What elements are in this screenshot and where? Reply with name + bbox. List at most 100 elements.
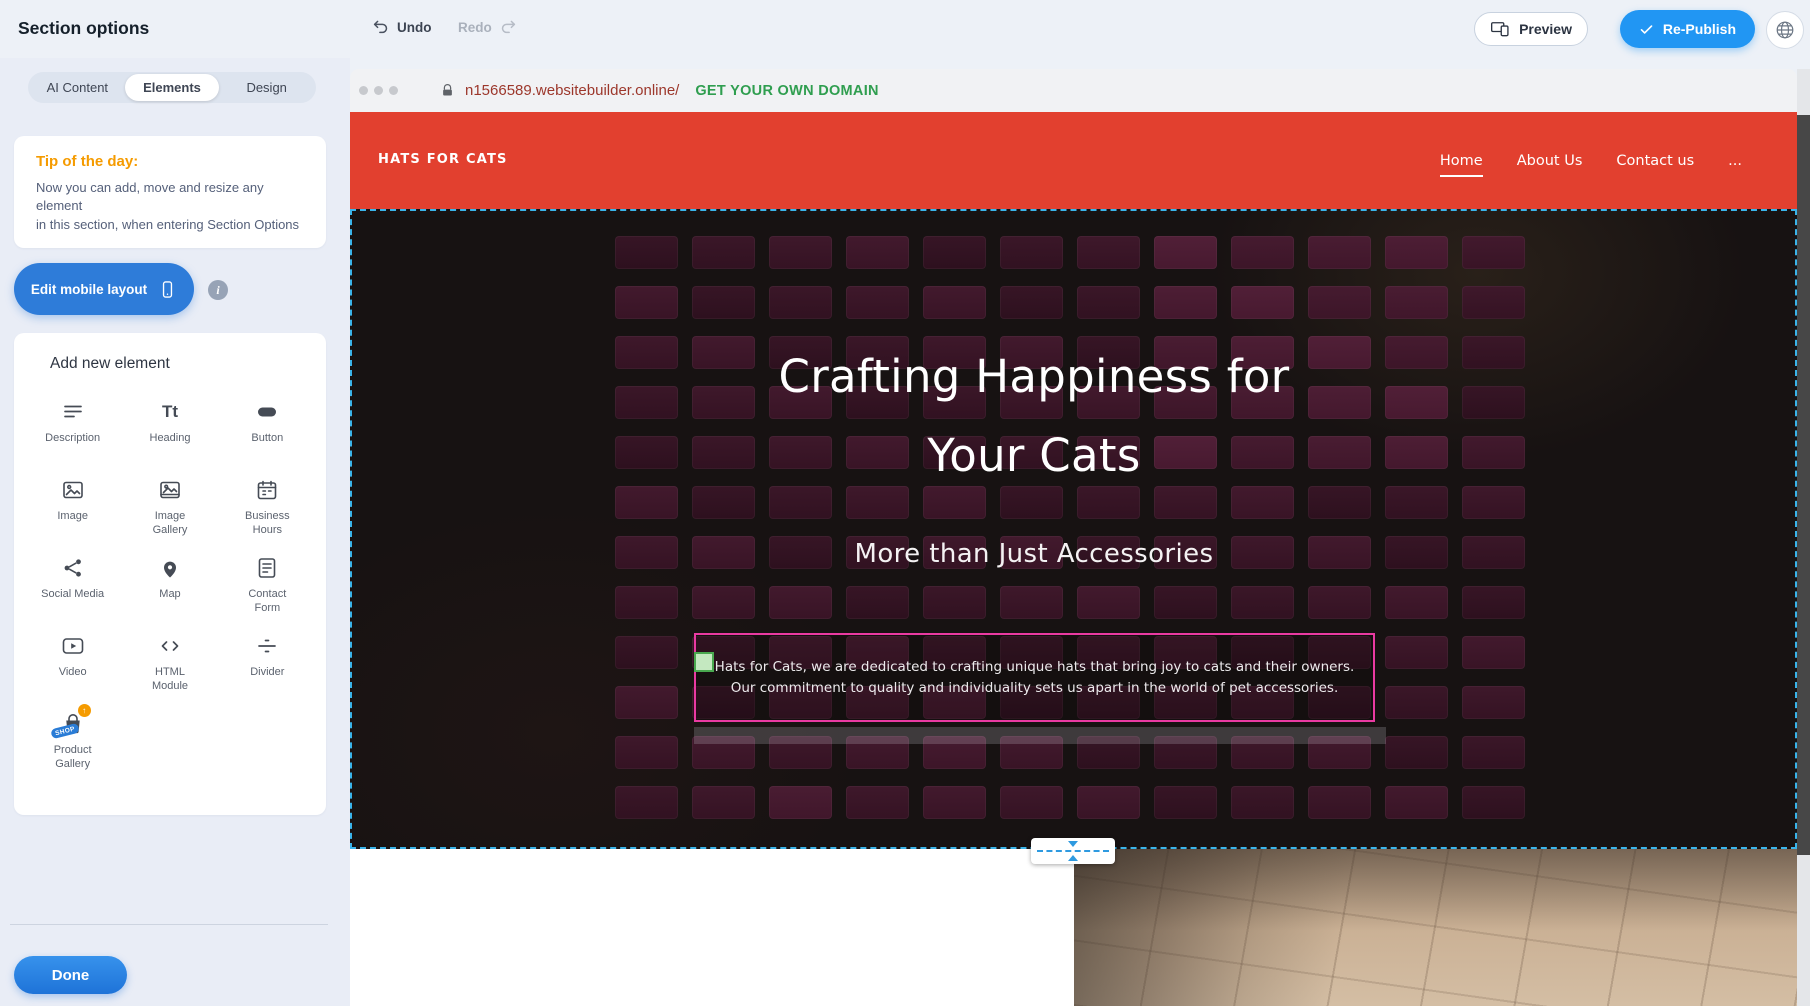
hero-tile <box>615 636 678 669</box>
lock-icon <box>440 83 455 98</box>
element-label: Description <box>45 431 100 445</box>
element-description[interactable]: Description <box>24 389 121 467</box>
hero-heading-line1: Crafting Happiness for <box>350 337 1718 416</box>
product-gallery-icon: SHOP ↑ <box>58 709 88 739</box>
hero-tile <box>1385 586 1448 619</box>
hero-section[interactable]: Crafting Happiness for Your Cats More th… <box>350 209 1797 849</box>
element-label: Heading <box>150 431 191 445</box>
element-map[interactable]: Map <box>121 545 218 623</box>
element-label: Video <box>59 665 87 679</box>
hero-paragraph-line1: Hats for Cats, we are dedicated to craft… <box>715 657 1355 678</box>
element-html-module[interactable]: HTML Module <box>121 623 218 701</box>
hero-tile <box>1308 586 1371 619</box>
drag-handle[interactable] <box>694 652 714 672</box>
language-globe-button[interactable] <box>1766 11 1804 49</box>
hero-tile <box>615 786 678 819</box>
hero-tile <box>1462 586 1525 619</box>
element-product-gallery[interactable]: SHOP ↑ Product Gallery <box>24 701 121 779</box>
hero-tile <box>1231 236 1294 269</box>
hero-tile <box>1308 236 1371 269</box>
sidebar-tabs: AI Content Elements Design <box>28 72 316 103</box>
hero-tile <box>1231 286 1294 319</box>
hero-tile <box>923 786 986 819</box>
done-button[interactable]: Done <box>14 956 127 994</box>
republish-label: Re-Publish <box>1663 21 1736 37</box>
button-icon <box>252 397 282 427</box>
hero-tile <box>1462 236 1525 269</box>
next-section-floor-image <box>1074 849 1797 1006</box>
next-section[interactable] <box>350 849 1797 1006</box>
hero-tile <box>692 286 755 319</box>
site-url[interactable]: n1566589.websitebuilder.online/ <box>465 82 679 99</box>
hero-tile <box>692 236 755 269</box>
add-element-title: Add new element <box>50 355 316 373</box>
website-preview: HATS FOR CATS Home About Us Contact us .… <box>350 112 1797 1006</box>
app: Section options Undo Redo Preview Re-Pub… <box>0 0 1810 1006</box>
preview-area: n1566589.websitebuilder.online/ GET YOUR… <box>350 58 1810 1006</box>
hero-tile <box>692 786 755 819</box>
element-hover-ghost <box>694 727 1386 744</box>
globe-icon <box>1774 19 1796 41</box>
window-dot-icon <box>389 86 398 95</box>
preview-button[interactable]: Preview <box>1474 12 1588 46</box>
hero-tile <box>1462 286 1525 319</box>
element-button[interactable]: Button <box>219 389 316 467</box>
hero-tile <box>1231 786 1294 819</box>
element-grid: Description Tt Heading Button Ima <box>24 389 316 779</box>
description-icon <box>58 397 88 427</box>
hero-tile <box>1462 686 1525 719</box>
tab-elements[interactable]: Elements <box>125 74 220 101</box>
redo-button[interactable]: Redo <box>458 18 517 36</box>
hero-tile <box>1077 786 1140 819</box>
element-divider[interactable]: Divider <box>219 623 316 701</box>
selected-text-element[interactable]: Hats for Cats, we are dedicated to craft… <box>694 633 1375 722</box>
page-title: Section options <box>18 18 149 39</box>
nav-item-home[interactable]: Home <box>1440 153 1483 169</box>
section-resize-handle[interactable] <box>1031 838 1115 864</box>
preview-scrollbar-thumb[interactable] <box>1797 115 1810 855</box>
site-logo[interactable]: HATS FOR CATS <box>378 152 508 167</box>
element-social-media[interactable]: Social Media <box>24 545 121 623</box>
mobile-phone-icon <box>158 280 177 299</box>
element-label: Map <box>159 587 180 601</box>
hero-heading[interactable]: Crafting Happiness for Your Cats <box>350 337 1718 495</box>
hero-subheading[interactable]: More than Just Accessories <box>350 539 1718 569</box>
hero-tile <box>769 286 832 319</box>
undo-button[interactable]: Undo <box>372 18 432 36</box>
element-image-gallery[interactable]: Image Gallery <box>121 467 218 545</box>
element-label: Business Hours <box>235 509 299 538</box>
hero-tile <box>692 586 755 619</box>
tab-ai-content[interactable]: AI Content <box>30 74 125 101</box>
hero-tile <box>1462 786 1525 819</box>
element-heading[interactable]: Tt Heading <box>121 389 218 467</box>
element-video[interactable]: Video <box>24 623 121 701</box>
redo-label: Redo <box>458 20 492 35</box>
edit-mobile-layout-button[interactable]: Edit mobile layout <box>14 263 194 315</box>
republish-button[interactable]: Re-Publish <box>1620 10 1755 48</box>
hero-tile <box>1385 286 1448 319</box>
element-contact-form[interactable]: Contact Form <box>219 545 316 623</box>
hero-tile <box>1000 786 1063 819</box>
hero-tile <box>769 236 832 269</box>
element-business-hours[interactable]: Business Hours <box>219 467 316 545</box>
preview-label: Preview <box>1519 21 1572 37</box>
image-gallery-icon <box>155 475 185 505</box>
tab-design[interactable]: Design <box>219 74 314 101</box>
sidebar-divider <box>10 924 328 925</box>
element-label: Product Gallery <box>41 743 105 772</box>
nav-item-about-us[interactable]: About Us <box>1517 153 1583 169</box>
get-your-own-domain-link[interactable]: GET YOUR OWN DOMAIN <box>695 83 878 99</box>
redo-icon <box>499 18 517 36</box>
hero-tile <box>1154 786 1217 819</box>
nav-item-contact-us[interactable]: Contact us <box>1616 153 1694 169</box>
nav-more-icon[interactable]: ... <box>1728 153 1742 169</box>
preview-scrollbar-track[interactable] <box>1797 69 1810 1006</box>
hero-tile <box>1308 786 1371 819</box>
element-label: Contact Form <box>235 587 299 616</box>
hero-paragraph-line2: Our commitment to quality and individual… <box>731 678 1339 699</box>
element-image[interactable]: Image <box>24 467 121 545</box>
shop-badge: SHOP <box>50 723 80 739</box>
info-icon[interactable]: i <box>208 280 228 300</box>
arrow-down-icon <box>1068 841 1078 847</box>
hero-tile <box>1077 236 1140 269</box>
